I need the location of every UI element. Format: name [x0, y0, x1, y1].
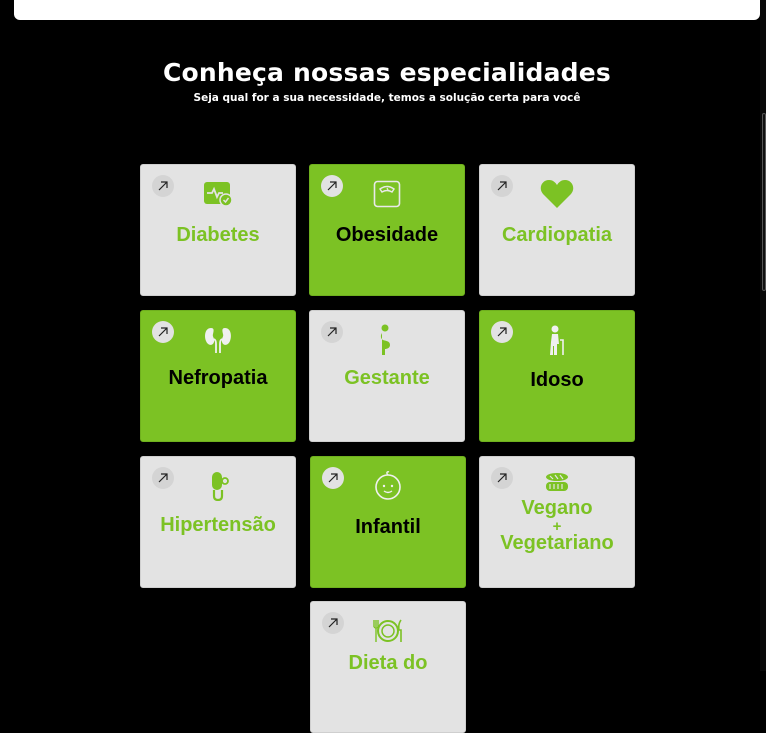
card-label-line1: Vegano: [521, 497, 593, 519]
section-title: Conheça nossas especialidades: [162, 58, 612, 87]
card-cardiopatia[interactable]: Cardiopatia: [479, 164, 635, 296]
pregnant-icon: [310, 323, 464, 357]
elderly-icon: [480, 323, 634, 357]
plate-cutlery-icon: [311, 614, 465, 648]
kidneys-icon: [141, 323, 295, 357]
card-label: Dieta do: [348, 652, 428, 674]
section-subtitle: Seja qual for a sua necessidade, temos a…: [193, 92, 581, 104]
weight-scale-icon: [310, 177, 464, 211]
blood-pressure-icon: [141, 469, 295, 503]
card-label: Hipertensão: [160, 514, 276, 536]
card-label: Cardiopatia: [501, 224, 613, 246]
card-dieta[interactable]: Dieta do: [310, 601, 466, 733]
card-label: Diabetes: [176, 224, 260, 246]
card-label: Idoso: [530, 369, 584, 391]
card-gestante[interactable]: Gestante: [309, 310, 465, 442]
glucose-meter-icon: [141, 177, 295, 211]
card-infantil[interactable]: Infantil: [310, 456, 466, 588]
card-hipertensao[interactable]: Hipertensão: [140, 456, 296, 588]
card-idoso[interactable]: Idoso: [479, 310, 635, 442]
baby-icon: [311, 469, 465, 503]
card-diabetes[interactable]: Diabetes: [140, 164, 296, 296]
card-label: Nefropatia: [168, 367, 268, 389]
heart-icon: [480, 177, 634, 211]
card-obesidade[interactable]: Obesidade: [309, 164, 465, 296]
card-label: Infantil: [355, 516, 421, 538]
card-vegano-vegetariano[interactable]: Vegano + Vegetariano: [479, 456, 635, 588]
top-bar: [14, 0, 760, 20]
card-label: Obesidade: [335, 224, 439, 246]
card-label: Gestante: [344, 367, 430, 389]
scrollbar-thumb[interactable]: [762, 113, 766, 291]
card-nefropatia[interactable]: Nefropatia: [140, 310, 296, 442]
card-label-line2: Vegetariano: [500, 532, 614, 554]
vegetables-icon: [480, 465, 634, 499]
